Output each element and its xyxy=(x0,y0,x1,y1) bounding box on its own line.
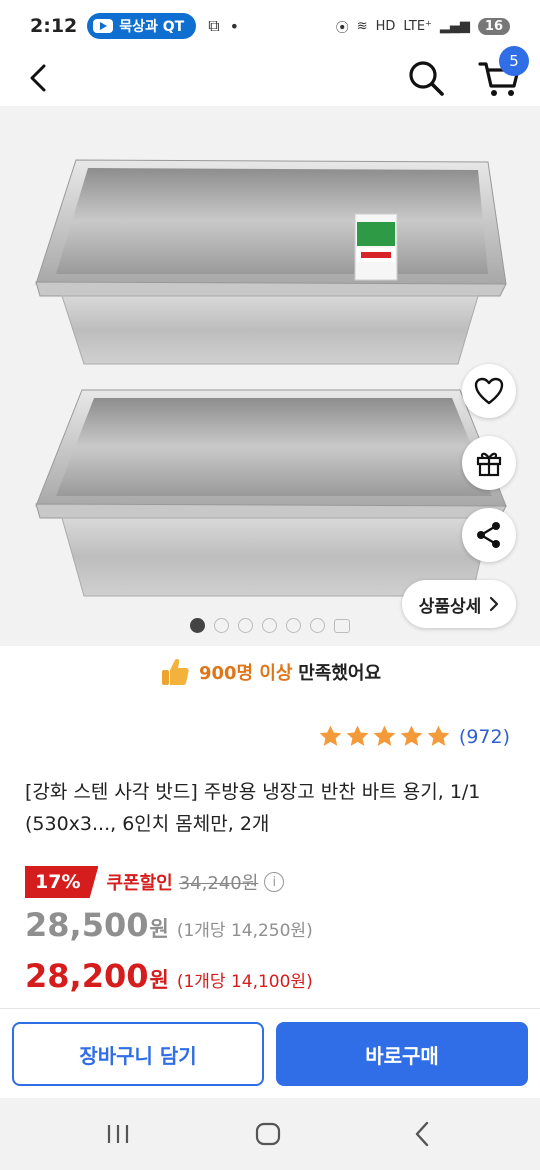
review-count[interactable]: (972) xyxy=(459,726,510,748)
sale-price-row: 28,500 원 (1개당 14,250원) xyxy=(25,906,313,944)
system-icons: ⦿ ≋ HD LTE⁺ ▂▄▆ 16 xyxy=(336,17,510,36)
sale-price: 28,500 xyxy=(25,906,149,944)
product-title: [강화 스텐 사각 밧드] 주방용 냉장고 반찬 바트 용기, 1/1 (530… xyxy=(25,781,481,835)
status-time: 2:12 xyxy=(30,15,78,37)
share-icon xyxy=(477,522,500,548)
pagination-dot[interactable] xyxy=(190,618,205,633)
gift-button[interactable] xyxy=(462,436,516,490)
recent-apps-icon[interactable] xyxy=(104,1122,132,1146)
discount-badge: 17% xyxy=(25,866,99,898)
media-pill-label: 묵상과 QT xyxy=(119,19,185,35)
pagination-dot[interactable] xyxy=(214,618,229,633)
satisfaction-banner: 900명 이상 만족했어요 xyxy=(0,650,540,694)
gallery-pagination xyxy=(190,618,350,633)
coupon-price-row: 28,200 원 (1개당 14,100원) xyxy=(25,957,313,995)
product-detail-button[interactable]: 상품상세 xyxy=(402,580,516,628)
network-label: LTE⁺ xyxy=(403,18,432,34)
pagination-dot[interactable] xyxy=(286,618,301,633)
star-icon xyxy=(319,725,342,746)
gift-icon xyxy=(476,452,502,477)
app-bar xyxy=(0,52,540,104)
location-icon: ⦿ xyxy=(335,20,349,36)
chevron-right-icon xyxy=(490,596,499,612)
info-icon[interactable]: i xyxy=(264,872,285,892)
product-image-gallery[interactable]: 상품상세 xyxy=(0,106,540,646)
heart-icon xyxy=(474,377,504,405)
buy-now-button[interactable]: 바로구매 xyxy=(276,1022,528,1086)
media-pill[interactable]: 묵상과 QT xyxy=(87,13,197,39)
search-icon[interactable] xyxy=(404,56,448,100)
star-icon xyxy=(427,725,450,746)
rating-summary[interactable]: (972) xyxy=(318,724,510,749)
satisfaction-text: 만족했어요 xyxy=(298,663,382,684)
thumbs-up-icon xyxy=(161,659,189,685)
pagination-more-icon[interactable] xyxy=(334,618,350,633)
product-photo xyxy=(35,159,507,597)
product-detail-label: 상품상세 xyxy=(418,596,482,617)
dot-icon: • xyxy=(229,16,240,36)
coupon-price: 28,200 xyxy=(25,957,149,995)
original-price: 34,240원 xyxy=(178,873,259,894)
cart-count-badge: 5 xyxy=(499,46,529,76)
home-icon[interactable] xyxy=(255,1122,281,1146)
status-bar: 2:12 묵상과 QT ⧉ • ⦿ ≋ HD LTE⁺ ▂▄▆ 16 xyxy=(0,0,540,52)
back-arrow-icon[interactable] xyxy=(20,58,60,98)
satisfaction-count: 900명 이상 xyxy=(198,663,293,684)
signal-icon: ▂▄▆ xyxy=(439,18,470,34)
notification-icons: ⧉ • xyxy=(208,16,239,36)
star-icon xyxy=(373,725,396,746)
pagination-dot[interactable] xyxy=(310,618,325,633)
hd-icon: HD xyxy=(375,18,396,34)
discount-row: 17% 쿠폰할인 34,240원 i xyxy=(25,866,285,898)
pagination-dot[interactable] xyxy=(262,618,277,633)
pagination-dot[interactable] xyxy=(238,618,253,633)
share-button[interactable] xyxy=(462,508,516,562)
wishlist-button[interactable] xyxy=(462,364,516,418)
sale-price-unit: 원 xyxy=(149,917,169,941)
sale-unit-price: (1개당 14,250원) xyxy=(176,921,313,941)
coupon-unit-price: (1개당 14,100원) xyxy=(176,972,313,992)
system-nav-bar xyxy=(0,1098,540,1170)
wifi-icon: ≋ xyxy=(356,18,368,34)
coupon-label: 쿠폰할인 xyxy=(106,873,173,894)
purchase-action-bar: 장바구니 담기 바로구매 xyxy=(0,1008,540,1098)
star-icon xyxy=(400,725,423,746)
nav-back-icon[interactable] xyxy=(410,1120,434,1148)
star-icon xyxy=(346,725,369,746)
screenshot-icon: ⧉ xyxy=(208,16,220,35)
play-icon xyxy=(93,19,114,33)
add-to-cart-button[interactable]: 장바구니 담기 xyxy=(12,1022,264,1086)
coupon-price-unit: 원 xyxy=(149,968,169,992)
battery-indicator: 16 xyxy=(477,17,510,35)
